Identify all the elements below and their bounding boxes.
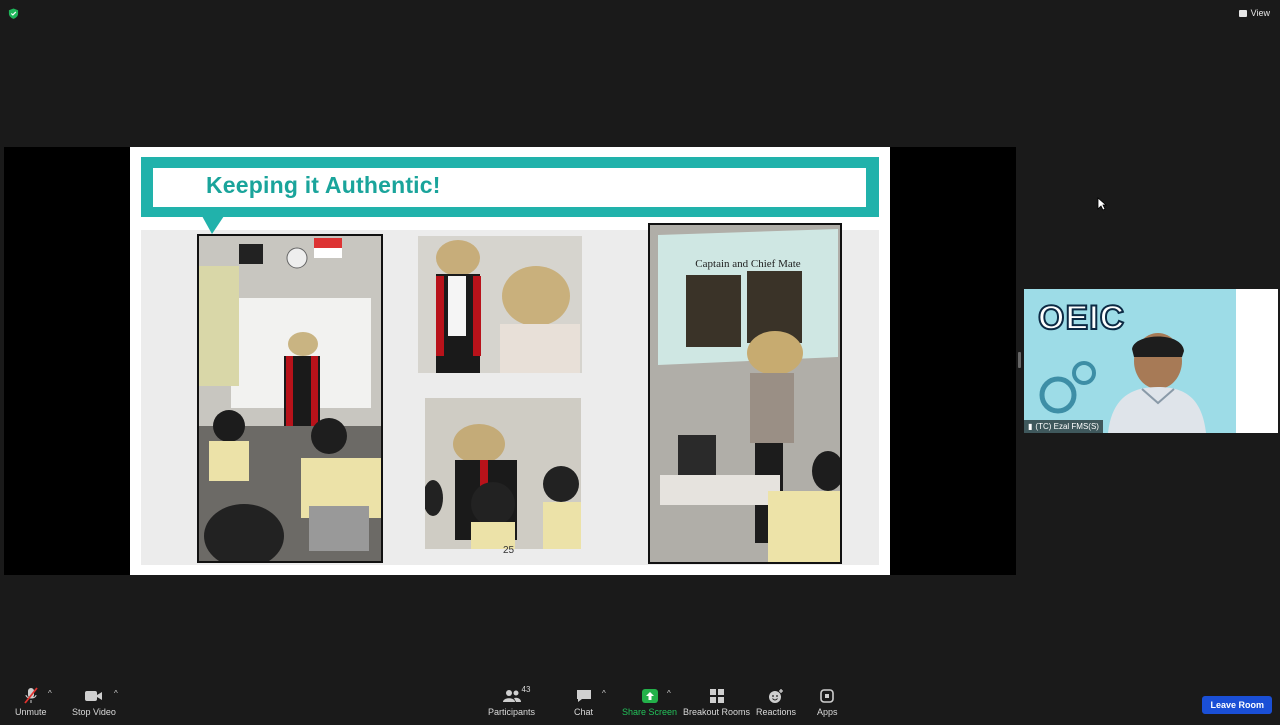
view-grid-icon bbox=[1238, 9, 1247, 17]
mouse-cursor bbox=[1097, 197, 1107, 211]
unmute-button[interactable]: Unmute bbox=[15, 687, 47, 717]
stop-video-button[interactable]: Stop Video bbox=[72, 687, 116, 717]
gears-icon bbox=[1039, 361, 1096, 414]
signal-icon: ▮ bbox=[1028, 422, 1033, 431]
classroom-photo-3 bbox=[425, 398, 581, 549]
participant-name: (TC) Ezal FMS(S) bbox=[1035, 422, 1099, 431]
meeting-toolbar: Unmute ^ Stop Video ^ 43 Participants Ch… bbox=[0, 681, 1280, 725]
classroom-photo-2 bbox=[418, 236, 582, 373]
chat-options-caret[interactable]: ^ bbox=[602, 689, 606, 698]
classroom-photo-1 bbox=[197, 234, 383, 563]
slide-page-number: 25 bbox=[503, 545, 515, 556]
unmute-label: Unmute bbox=[15, 707, 47, 717]
stop-video-label: Stop Video bbox=[72, 707, 116, 717]
participants-icon bbox=[502, 690, 521, 702]
panel-resize-handle[interactable] bbox=[1018, 352, 1021, 368]
audio-options-caret[interactable]: ^ bbox=[48, 689, 52, 698]
video-camera-icon bbox=[84, 691, 102, 701]
microphone-muted-icon bbox=[24, 687, 38, 704]
leave-room-button[interactable]: Leave Room bbox=[1202, 696, 1272, 714]
participants-count: 43 bbox=[521, 685, 531, 694]
chat-label: Chat bbox=[574, 707, 594, 717]
apps-button[interactable]: Apps bbox=[817, 687, 838, 717]
video-options-caret[interactable]: ^ bbox=[114, 689, 118, 698]
slide-title: Keeping it Authentic! bbox=[206, 172, 441, 198]
chat-button[interactable]: Chat bbox=[574, 687, 593, 717]
share-screen-label: Share Screen bbox=[622, 707, 678, 717]
presentation-slide: Keeping it Authentic! Captain and Chief … bbox=[130, 147, 890, 575]
participants-button[interactable]: 43 Participants bbox=[488, 685, 536, 717]
apps-icon bbox=[820, 689, 835, 703]
slide-title-tail bbox=[202, 216, 224, 234]
security-shield-icon[interactable] bbox=[8, 8, 19, 19]
photo-caption: Captain and Chief Mate bbox=[695, 258, 801, 270]
share-options-caret[interactable]: ^ bbox=[667, 689, 671, 698]
share-screen-icon bbox=[641, 689, 658, 703]
classroom-photo-4: Captain and Chief Mate bbox=[648, 223, 842, 564]
view-label: View bbox=[1250, 8, 1270, 18]
reactions-button[interactable]: Reactions bbox=[756, 687, 796, 717]
breakout-rooms-label: Breakout Rooms bbox=[683, 707, 751, 717]
participant-name-label: ▮ (TC) Ezal FMS(S) bbox=[1024, 420, 1103, 433]
chat-bubble-icon bbox=[576, 690, 591, 702]
participant-video-tile[interactable]: OEIC ▮ (TC) Ezal FMS(S) bbox=[1024, 289, 1278, 433]
apps-label: Apps bbox=[817, 707, 838, 717]
breakout-rooms-icon bbox=[709, 689, 724, 703]
smiley-plus-icon bbox=[769, 689, 784, 703]
reactions-label: Reactions bbox=[756, 707, 797, 717]
breakout-rooms-button[interactable]: Breakout Rooms bbox=[683, 687, 750, 717]
participants-label: Participants bbox=[488, 707, 536, 717]
participant-person bbox=[1108, 333, 1206, 433]
view-button[interactable]: View bbox=[1238, 8, 1270, 18]
background-panel bbox=[1236, 289, 1278, 433]
